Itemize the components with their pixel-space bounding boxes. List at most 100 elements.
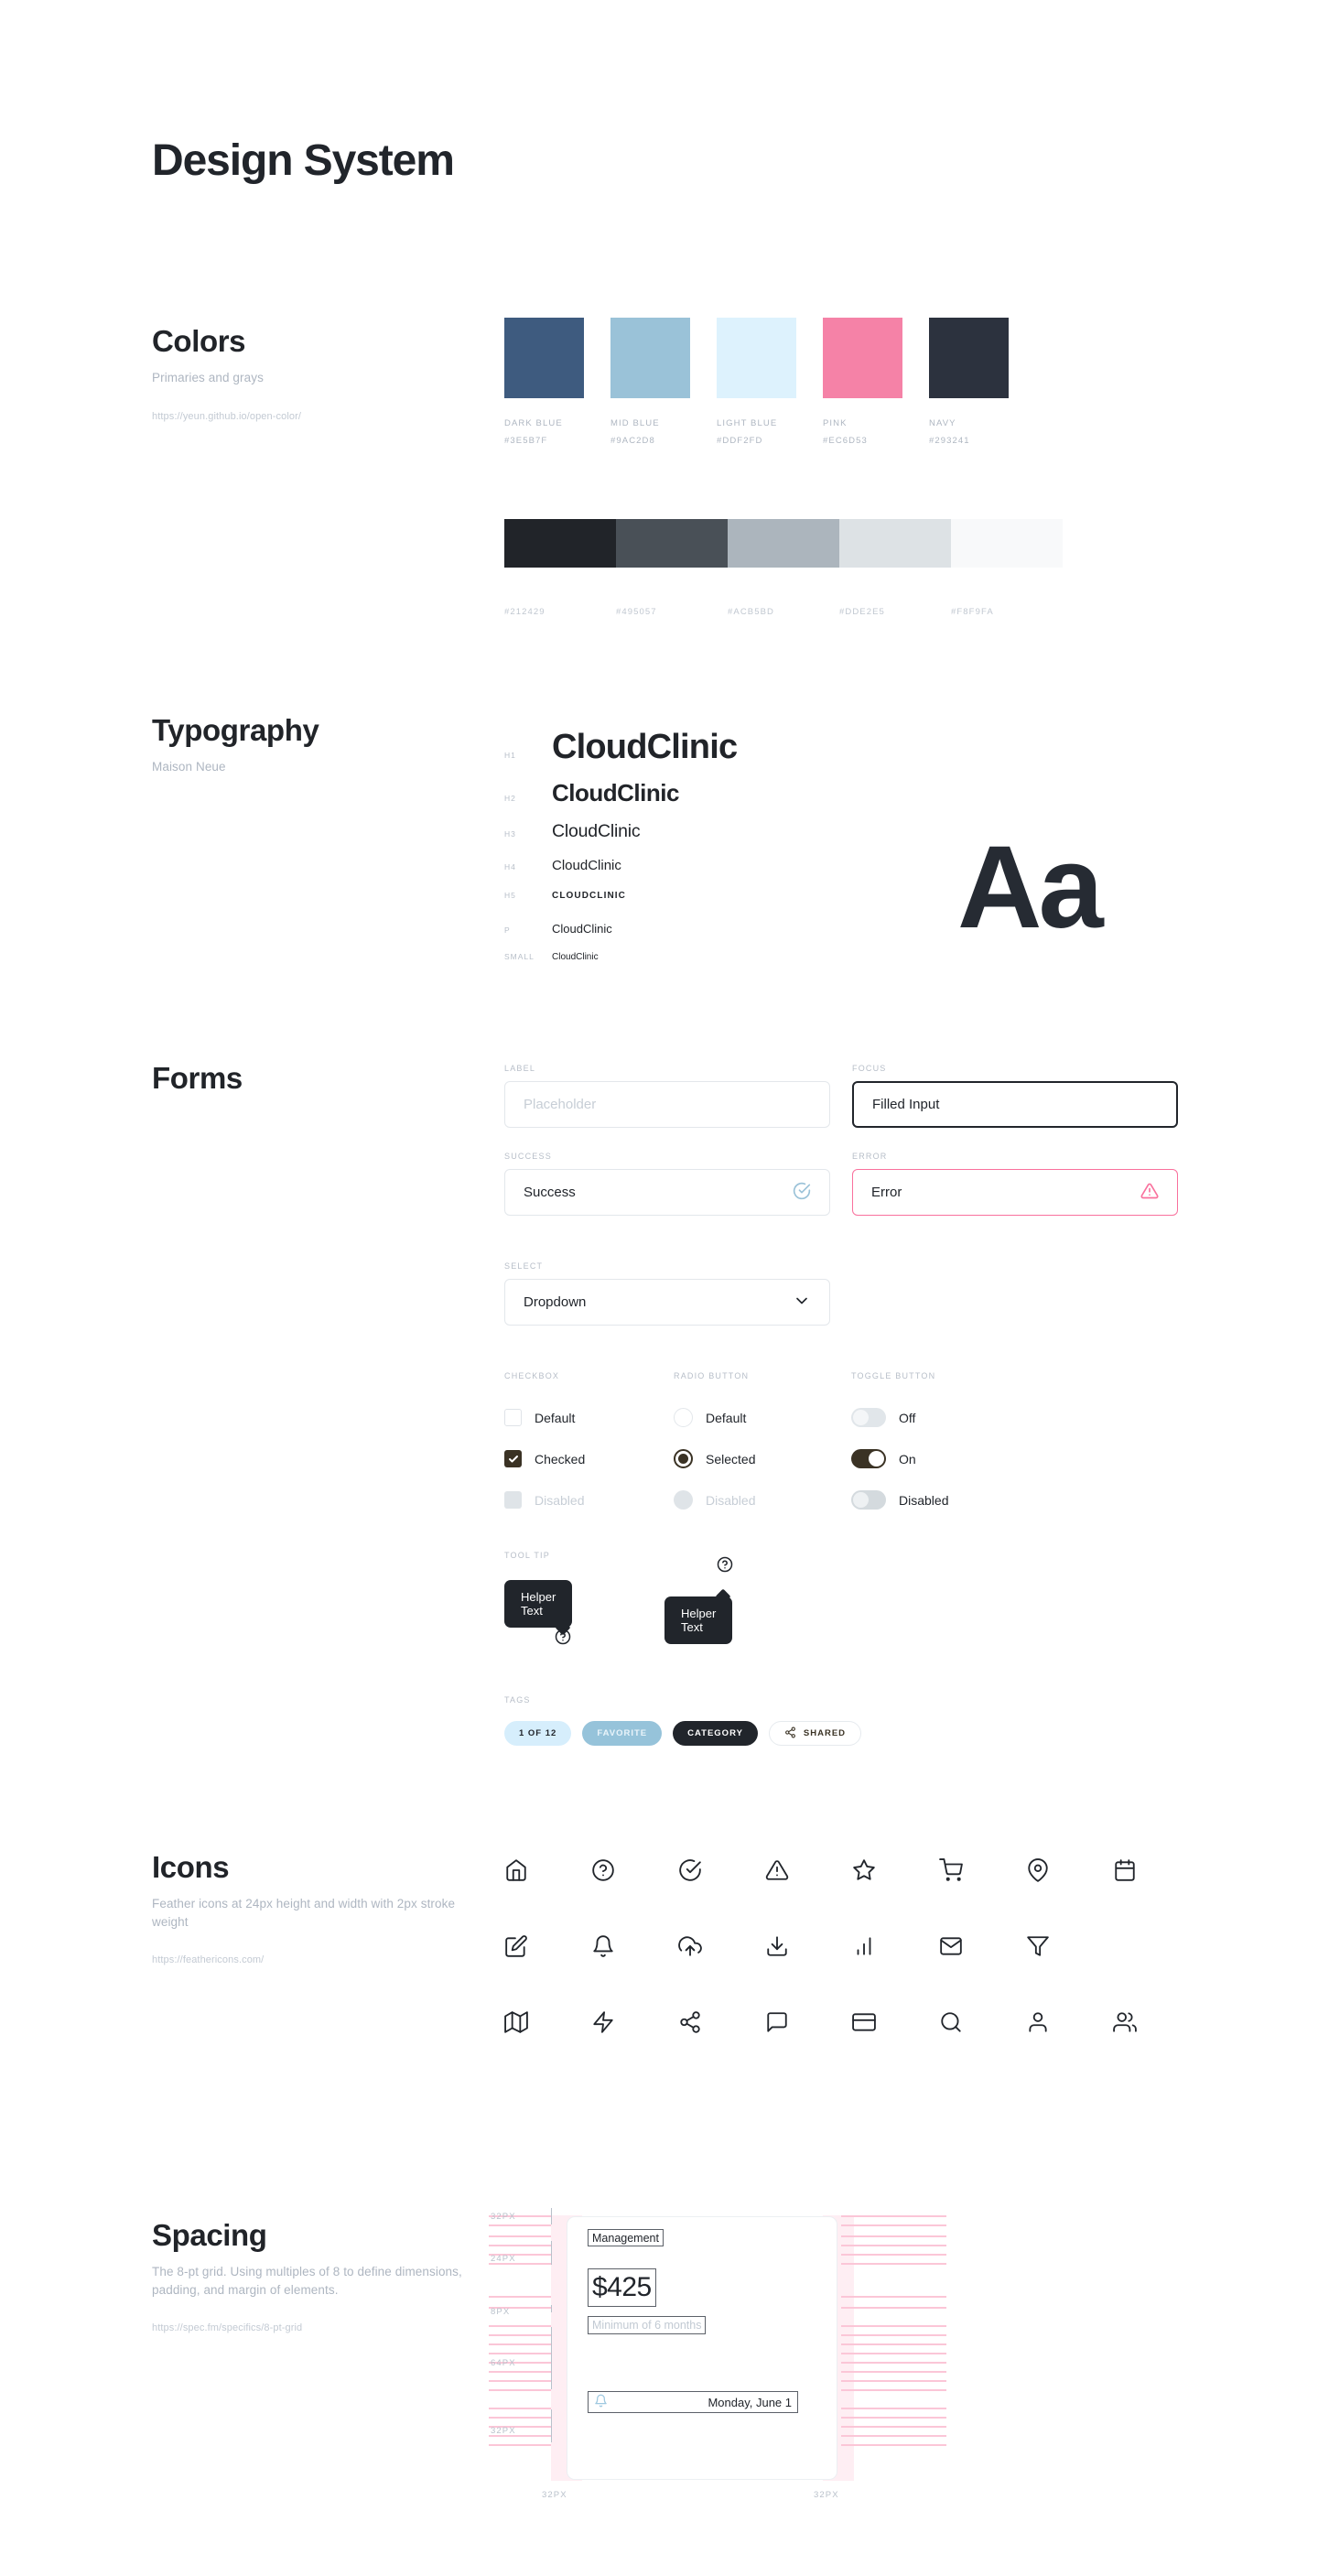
spacing-tick-3 — [551, 2327, 552, 2389]
tag-category[interactable]: CATEGORY — [673, 1721, 758, 1746]
help-circle-icon[interactable] — [717, 1556, 733, 1577]
mail-icon[interactable] — [939, 1934, 965, 1960]
type-sample-h3: CloudClinic — [552, 821, 641, 841]
type-row-h2: H2 CloudClinic — [504, 779, 737, 821]
radio-default-row[interactable]: Default — [674, 1397, 755, 1438]
focused-input[interactable]: Filled Input — [852, 1081, 1178, 1128]
checkbox-checked-box[interactable] — [504, 1450, 522, 1467]
check-circle-icon[interactable] — [678, 1858, 704, 1884]
credit-card-icon[interactable] — [852, 2010, 878, 2036]
search-icon[interactable] — [939, 2010, 965, 2036]
type-tag-h3: H3 — [504, 829, 516, 839]
checkbox-default-box[interactable] — [504, 1409, 522, 1426]
spacing-gridline — [489, 2444, 551, 2446]
spacing-gridline — [841, 2235, 946, 2237]
spacing-gridline — [841, 2426, 946, 2428]
field-label-group: LABEL Placeholder — [504, 1064, 830, 1128]
user-icon[interactable] — [1026, 2010, 1052, 2036]
upload-cloud-icon[interactable] — [678, 1934, 704, 1960]
spacing-gridline — [489, 2334, 551, 2336]
toggle-off-row[interactable]: Off — [851, 1397, 948, 1438]
tag-shared[interactable]: SHARED — [768, 1721, 862, 1746]
filter-icon[interactable] — [1026, 1934, 1052, 1960]
gray-chip — [728, 519, 839, 568]
toggle-on-row[interactable]: On — [851, 1438, 948, 1479]
card-title: Management — [588, 2229, 664, 2246]
toggle-on-switch[interactable] — [851, 1449, 886, 1468]
spacing-gridline — [841, 2408, 946, 2409]
shopping-cart-icon[interactable] — [939, 1858, 965, 1884]
radio-disabled-circle — [674, 1490, 693, 1510]
radio-default-circle[interactable] — [674, 1408, 693, 1427]
checkbox-caption: CHECKBOX — [504, 1371, 560, 1380]
spacing-gridline — [841, 2296, 946, 2298]
type-sample-small: CloudClinic — [552, 952, 599, 962]
spacing-tick-2 — [551, 2305, 552, 2312]
share-icon[interactable] — [678, 2010, 704, 2036]
gray-chip — [504, 519, 616, 568]
swatch-item: NAVY #293241 — [929, 318, 1009, 446]
calendar-icon[interactable] — [1113, 1858, 1139, 1884]
icon-grid — [504, 1858, 1200, 2036]
radio-selected-circle[interactable] — [674, 1449, 693, 1468]
type-tag-small: SMALL — [504, 952, 535, 961]
swatch-name: LIGHT BLUE — [717, 418, 778, 428]
select-caption: SELECT — [504, 1261, 544, 1271]
download-icon[interactable] — [765, 1934, 791, 1960]
spacing-gridline — [489, 2408, 551, 2409]
spacing-gridline — [489, 2224, 551, 2226]
error-input[interactable]: Error — [852, 1169, 1178, 1216]
users-icon[interactable] — [1113, 2010, 1139, 2036]
tooltip-bottom: Helper Text — [664, 1588, 733, 1644]
swatch-hex: #9AC2D8 — [610, 436, 655, 446]
check-circle-icon — [793, 1182, 811, 1204]
checkbox-checked-row[interactable]: Checked — [504, 1438, 585, 1479]
alert-triangle-icon[interactable] — [765, 1858, 791, 1884]
tags-group: TAGS 1 OF 12 FAVORITE CATEGORY SHARED — [504, 1695, 862, 1746]
bell-icon[interactable] — [591, 1934, 617, 1960]
type-tag-h2: H2 — [504, 794, 516, 803]
map-icon[interactable] — [504, 2010, 530, 2036]
home-icon[interactable] — [504, 1858, 530, 1884]
star-icon[interactable] — [852, 1858, 878, 1884]
gray-hex: #ACB5BD — [728, 607, 774, 617]
tag-count[interactable]: 1 OF 12 — [504, 1721, 572, 1746]
spacing-heading: Spacing — [152, 2218, 267, 2252]
toggle-off-switch[interactable] — [851, 1408, 886, 1427]
spacing-gridline — [841, 2371, 946, 2373]
radio-selected-row[interactable]: Selected — [674, 1438, 755, 1479]
checkbox-default-row[interactable]: Default — [504, 1397, 585, 1438]
tag-favorite[interactable]: FAVORITE — [582, 1721, 663, 1746]
icons-heading: Icons — [152, 1850, 230, 1884]
error-caption: ERROR — [852, 1152, 888, 1161]
gray-chip — [839, 519, 951, 568]
placeholder-input[interactable]: Placeholder — [504, 1081, 830, 1128]
map-pin-icon[interactable] — [1026, 1858, 1052, 1884]
typography-heading: Typography — [152, 713, 319, 747]
page-title: Design System — [152, 136, 455, 185]
message-square-icon[interactable] — [765, 2010, 791, 2036]
gray-hex-row: #212429 #495057 #ACB5BD #DDE2E5 #F8F9FA — [504, 607, 1063, 617]
help-circle-icon[interactable] — [591, 1858, 617, 1884]
checkbox-group: CHECKBOX Default Checked Disabled — [504, 1371, 585, 1521]
dropdown-select[interactable]: Dropdown — [504, 1279, 830, 1326]
toggle-off-knob — [853, 1410, 869, 1425]
edit-icon[interactable] — [504, 1934, 530, 1960]
zap-icon[interactable] — [591, 2010, 617, 2036]
bar-chart-icon[interactable] — [852, 1934, 878, 1960]
field-success-group: SUCCESS Success — [504, 1152, 830, 1216]
type-row-small: SMALL CloudClinic — [504, 952, 737, 980]
card-date-text: Monday, June 1 — [708, 2395, 792, 2409]
spacing-gridline — [489, 2371, 551, 2373]
card-amount: $425 — [588, 2268, 656, 2307]
tag-shared-label: SHARED — [803, 1728, 847, 1738]
spacing-gridline — [841, 2343, 946, 2345]
type-sample-h1: CloudClinic — [552, 728, 738, 766]
help-circle-icon[interactable] — [555, 1629, 571, 1650]
spacing-gridline — [841, 2224, 946, 2226]
spacing-gridline — [489, 2245, 551, 2246]
success-input[interactable]: Success — [504, 1169, 830, 1216]
swatch-item: LIGHT BLUE #DDF2FD — [717, 318, 796, 446]
design-system-page: Design System Colors Primaries and grays… — [0, 0, 1318, 2576]
spacing-gridline — [841, 2325, 946, 2327]
